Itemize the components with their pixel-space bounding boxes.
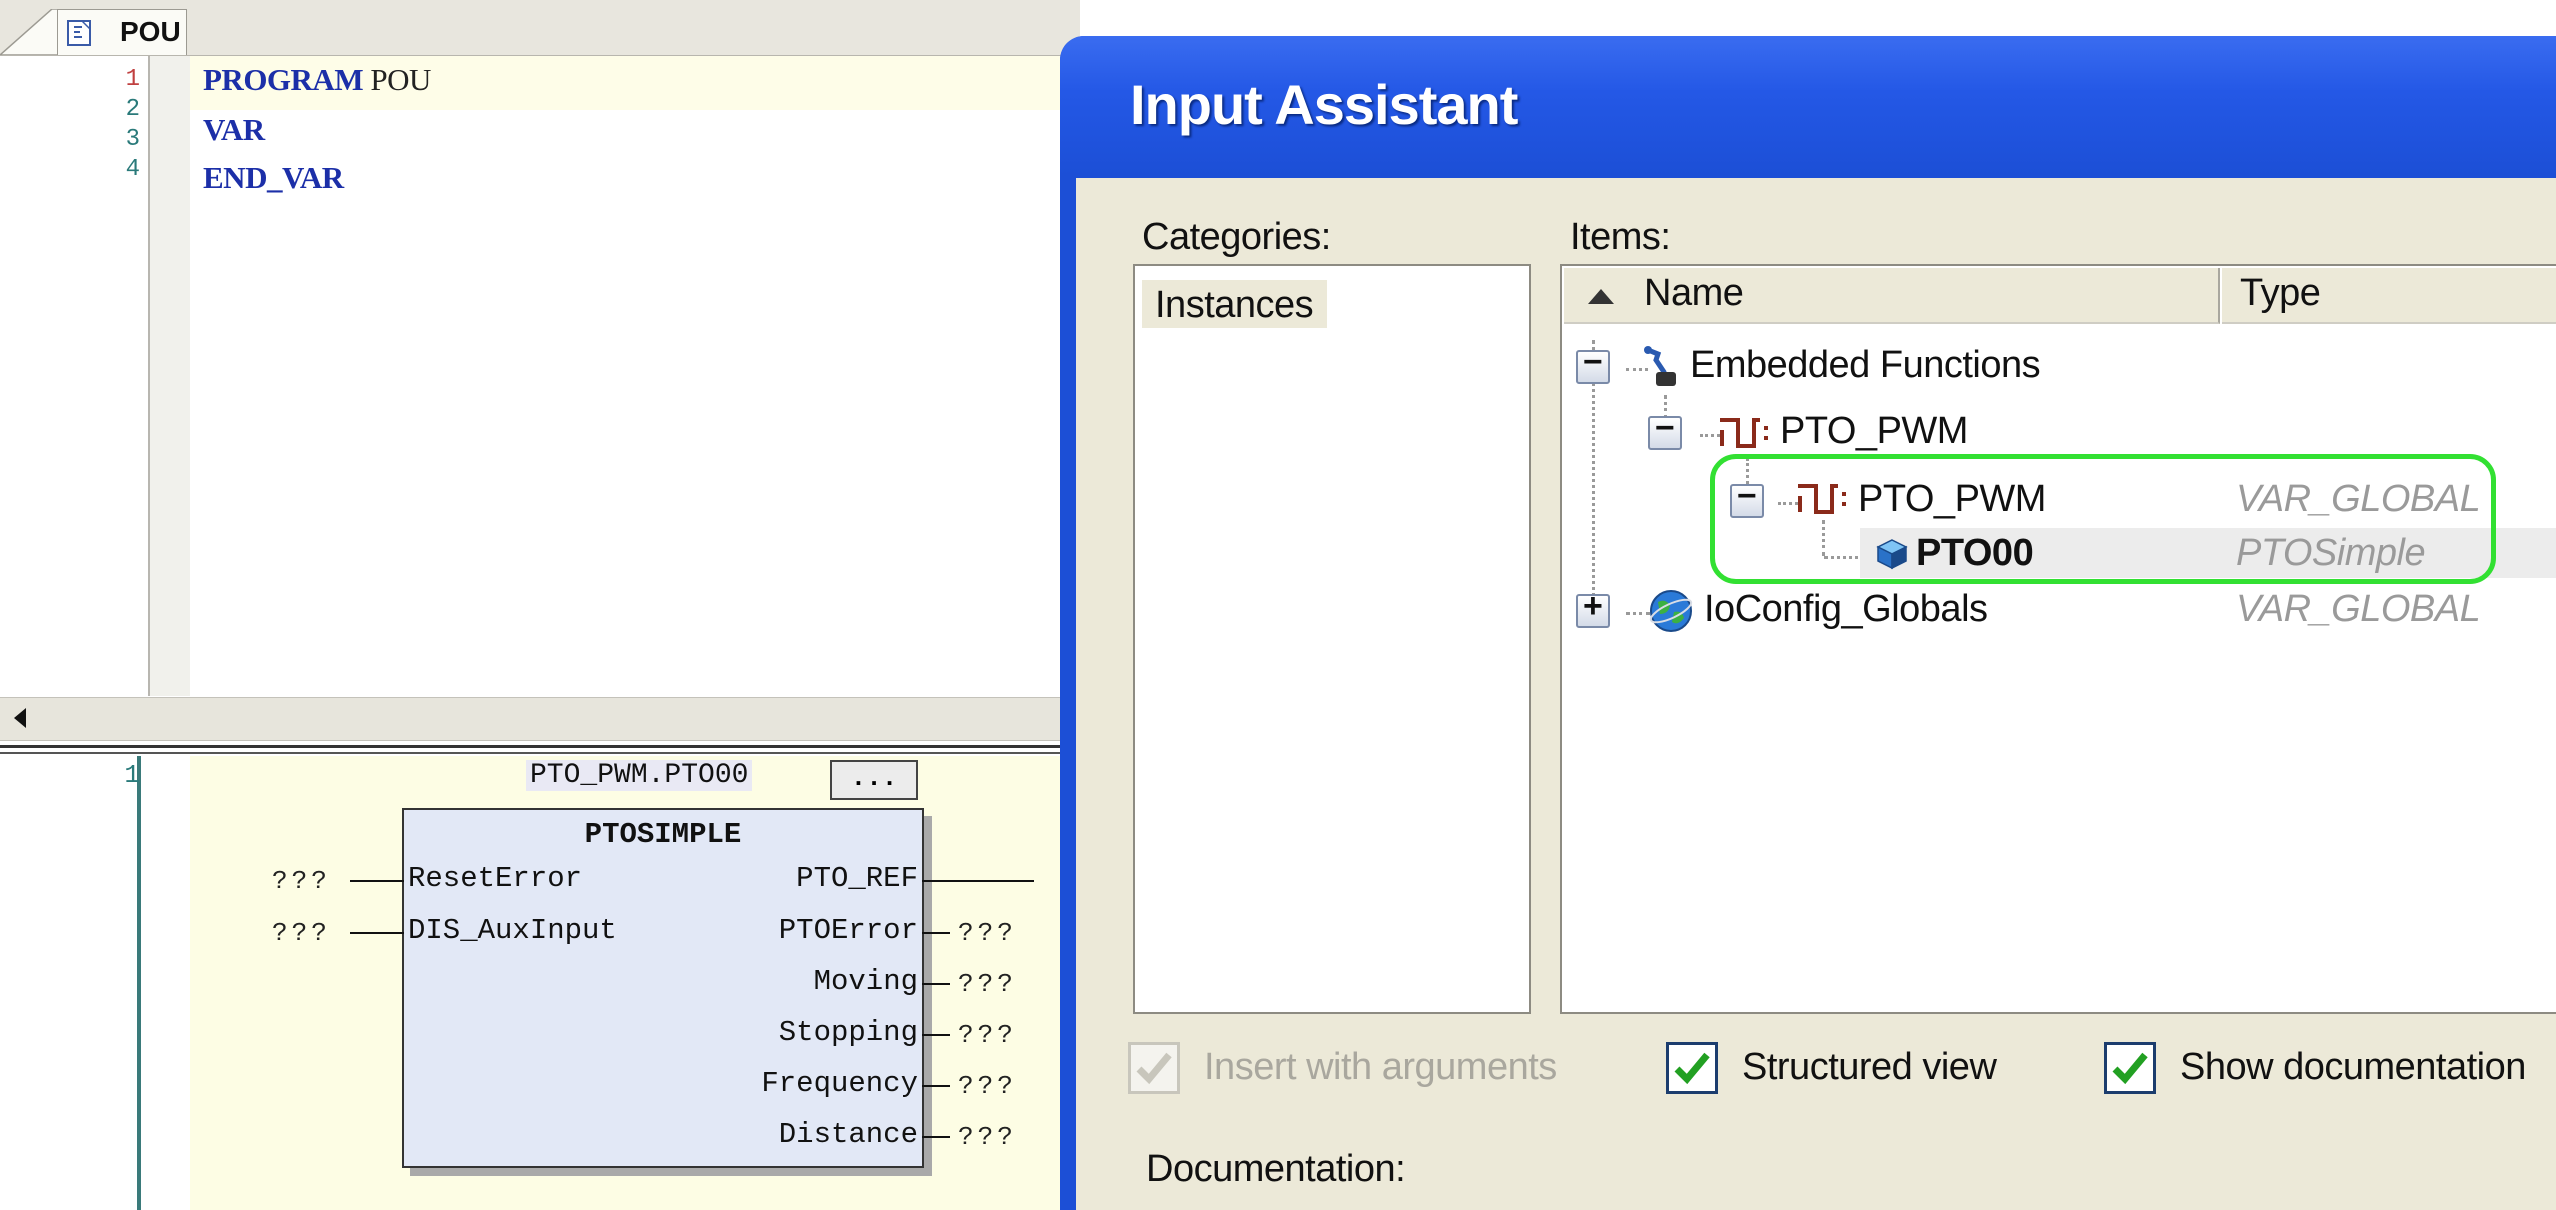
code-line[interactable]: END_VAR: [203, 160, 344, 196]
tab-label: POU: [120, 16, 181, 47]
instance-name-field[interactable]: PTO_PWM.PTO00: [526, 760, 753, 791]
tree-connector: [1700, 434, 1720, 437]
tree-item-ioconfig-globals[interactable]: IoConfig_Globals: [1704, 588, 1988, 631]
show-documentation-checkbox[interactable]: [2104, 1042, 2156, 1094]
code-line[interactable]: VAR: [203, 112, 265, 148]
output-wire: [922, 1085, 950, 1087]
insert-with-arguments-checkbox[interactable]: [1128, 1042, 1180, 1094]
horizontal-scrollbar[interactable]: [0, 697, 1080, 741]
show-documentation-label: Show documentation: [2180, 1046, 2526, 1088]
tree-connector: [1626, 612, 1650, 615]
checkmark-icon: [1136, 1052, 1172, 1085]
embedded-functions-icon: [1644, 346, 1676, 386]
line-number: 4: [125, 156, 140, 183]
pin-pto-ref: PTO_REF: [796, 862, 918, 895]
input-wire: [350, 932, 404, 934]
highlight-annotation-ring: [1710, 454, 2496, 584]
output-wire: [922, 880, 1034, 882]
code-line[interactable]: PROGRAM POU: [203, 62, 431, 98]
network-rail: [137, 756, 141, 1210]
structured-view-checkbox[interactable]: [1666, 1042, 1718, 1094]
output-value-frequency[interactable]: ???: [958, 1071, 1017, 1101]
output-value-ptoerror[interactable]: ???: [958, 918, 1017, 948]
line-number: 3: [125, 126, 140, 153]
tab-pou[interactable]: POU: [57, 9, 187, 55]
tree-expand-toggle[interactable]: +: [1576, 592, 1610, 628]
pin-ptoerror: PTOError: [778, 914, 918, 947]
checkmark-icon: [1674, 1052, 1710, 1085]
line-number: 1: [125, 66, 140, 93]
output-wire: [922, 1136, 950, 1138]
globe-icon: [1649, 590, 1693, 632]
pin-moving: Moving: [813, 965, 918, 998]
column-header-name-label: Name: [1644, 272, 1744, 314]
output-wire: [922, 983, 950, 985]
pin-stopping: Stopping: [778, 1016, 918, 1049]
output-value-moving[interactable]: ???: [958, 969, 1017, 999]
input-wire: [350, 880, 404, 882]
scroll-left-arrow-icon[interactable]: [14, 708, 28, 728]
tab-edge-decoration: [0, 9, 60, 55]
tree-collapse-toggle[interactable]: −: [1576, 348, 1610, 384]
categories-list[interactable]: [1133, 264, 1531, 1014]
insert-with-arguments-label: Insert with arguments: [1204, 1046, 1557, 1088]
code-keyword: END_VAR: [203, 160, 344, 195]
function-block-type: PTOSIMPLE: [584, 818, 742, 851]
output-wire: [922, 932, 950, 934]
categories-label: Categories:: [1142, 216, 1331, 258]
pin-distance: Distance: [778, 1118, 918, 1151]
gutter-margin: [148, 56, 190, 696]
network-number: 1: [124, 760, 140, 790]
input-assistant-button[interactable]: ...: [830, 760, 918, 800]
tree-item-type: VAR_GLOBAL: [2236, 588, 2481, 630]
output-wire: [922, 1034, 950, 1036]
items-label: Items:: [1570, 216, 1671, 258]
sort-ascending-icon: [1588, 289, 1614, 304]
structured-view-label: Structured view: [1742, 1046, 1997, 1088]
output-value-stopping[interactable]: ???: [958, 1020, 1017, 1050]
checkmark-icon: [2112, 1052, 2148, 1085]
tree-collapse-toggle[interactable]: −: [1648, 414, 1682, 450]
dialog-title: Input Assistant: [1130, 73, 1518, 136]
code-keyword: VAR: [203, 112, 265, 147]
pane-divider[interactable]: [0, 745, 1080, 748]
pulse-waveform-icon: [1720, 418, 1768, 448]
pin-frequency: Frequency: [761, 1067, 918, 1100]
tree-item-embedded-functions[interactable]: Embedded Functions: [1690, 344, 2041, 387]
input-value-dis-auxinput[interactable]: ???: [272, 918, 331, 948]
documentation-label: Documentation:: [1146, 1148, 1406, 1190]
code-keyword: PROGRAM: [203, 62, 364, 97]
pin-dis-auxinput: DIS_AuxInput: [408, 914, 617, 947]
pin-reseterror: ResetError: [408, 862, 583, 895]
pane-divider: [0, 752, 1080, 754]
tree-item-pto-pwm-folder[interactable]: PTO_PWM: [1780, 410, 1968, 453]
fbd-gutter: [0, 756, 190, 1210]
output-value-distance[interactable]: ???: [958, 1122, 1017, 1152]
code-identifier: POU: [370, 62, 431, 97]
pou-file-icon: [67, 20, 91, 46]
input-value-reseterror[interactable]: ???: [272, 866, 331, 896]
line-number: 2: [125, 96, 140, 123]
category-item-label: Instances: [1155, 284, 1314, 326]
column-header-type-label: Type: [2240, 272, 2321, 314]
